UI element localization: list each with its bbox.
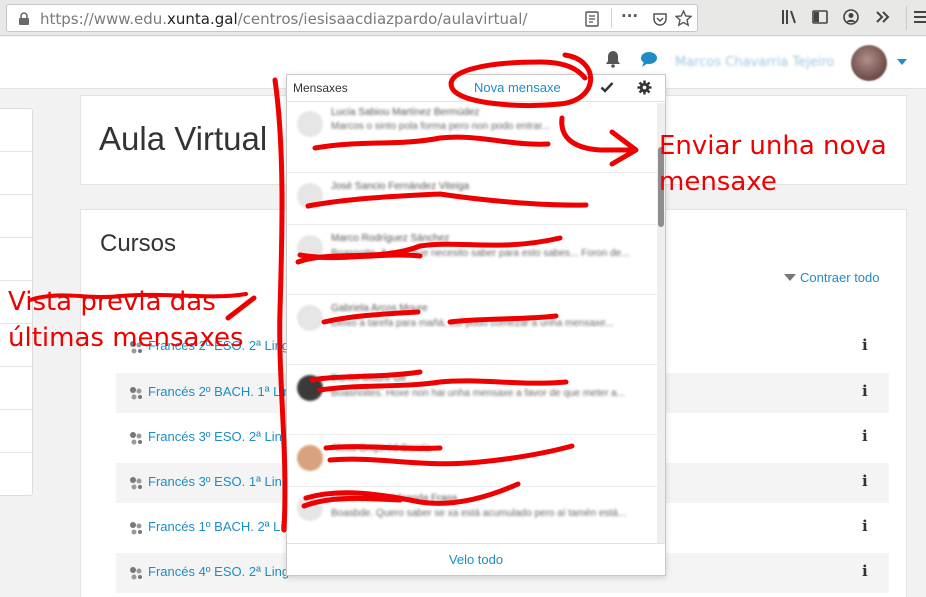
course-link[interactable]: Francés 4º ESO. 2ª Lingua xyxy=(148,564,304,579)
message-snippet: Deixo a tarefa para mañá, así podo comez… xyxy=(331,318,614,329)
mark-all-read-check-icon[interactable] xyxy=(600,80,614,94)
message-preview-item[interactable]: Gabriela Arcos Moure Deixo a tarefa para… xyxy=(287,295,657,365)
page-title: Aula Virtual xyxy=(99,120,268,157)
new-message-link[interactable]: Nova mensaxe xyxy=(474,80,561,95)
contact-name: Alexa Grajaréd García xyxy=(331,443,431,454)
popover-header: Mensaxes Nova mensaxe xyxy=(287,75,665,102)
course-icon xyxy=(130,567,142,580)
course-link[interactable]: Francés 3º ESO. 2ª Lingua xyxy=(148,429,304,444)
user-menu-caret-icon[interactable] xyxy=(897,59,907,65)
popover-title: Mensaxes xyxy=(293,81,348,95)
sidebar-icon[interactable] xyxy=(811,8,829,26)
url-text: https://www.edu.xunta.gal/centros/iesisa… xyxy=(40,10,528,28)
reader-view-icon[interactable] xyxy=(585,11,599,27)
url-bar[interactable]: https://www.edu.xunta.gal/centros/iesisa… xyxy=(6,4,698,32)
course-icon xyxy=(130,387,142,400)
contact-name: Lucía Sabiou Martínez Bermúdez xyxy=(331,107,480,118)
annotation-new-message: Enviar unha nova mensaxe xyxy=(659,131,887,197)
library-icon[interactable] xyxy=(780,8,798,26)
course-icon xyxy=(130,432,142,445)
messages-popover: Mensaxes Nova mensaxe Lucía Sabiou Martí… xyxy=(286,74,666,576)
course-icon xyxy=(130,522,142,535)
message-preview-item[interactable]: Alexa Grajaréd García xyxy=(287,435,657,487)
contact-avatar xyxy=(297,305,323,331)
message-snippet: Marcos o sinto pola forma pero non podo … xyxy=(331,121,551,132)
user-avatar[interactable] xyxy=(851,45,887,81)
message-preview-list: Lucía Sabiou Martínez Bermúdez Marcos o … xyxy=(287,103,665,543)
message-preview-item[interactable]: Mario Veleiro Miranda Fraga Boasbde. Que… xyxy=(287,487,657,543)
contact-name: Mario Veleiro Miranda Fraga xyxy=(331,493,458,504)
contact-avatar xyxy=(297,495,323,521)
overflow-menu-icon[interactable] xyxy=(874,8,892,26)
course-info-icon[interactable]: i xyxy=(862,472,868,490)
browser-toolbar: https://www.edu.xunta.gal/centros/iesisa… xyxy=(0,0,926,36)
pocket-icon[interactable] xyxy=(652,11,668,27)
contact-name: Daniel Moure Gil xyxy=(331,373,406,384)
course-link[interactable]: Francés 3º ESO. 1ª Lingua xyxy=(148,474,304,489)
menu-icon[interactable] xyxy=(912,8,926,26)
see-all-messages-link[interactable]: Velo todo xyxy=(287,552,665,567)
messages-chat-icon[interactable] xyxy=(640,50,658,68)
contact-avatar xyxy=(297,111,323,137)
message-preview-item[interactable]: Lucía Sabiou Martínez Bermúdez Marcos o … xyxy=(287,103,657,173)
annotation-message-preview: Vista previa das últimas mensaxes xyxy=(8,287,244,353)
message-snippet: Boasnoite. A nota que necesito saber par… xyxy=(331,248,630,259)
popover-footer: Velo todo xyxy=(287,543,665,576)
course-info-icon[interactable]: i xyxy=(862,336,868,354)
contact-name: José Sancio Fernández Viteiga xyxy=(331,181,470,192)
message-preview-item[interactable]: José Sancio Fernández Viteiga xyxy=(287,173,657,225)
bookmark-star-icon[interactable] xyxy=(675,10,692,27)
collapse-all-link[interactable]: Contraer todo xyxy=(784,270,880,285)
course-info-icon[interactable]: i xyxy=(862,382,868,400)
collapse-triangle-icon xyxy=(784,274,796,281)
message-snippet: Boasnoites. Hoxe non hai unha mensaxe a … xyxy=(331,388,626,399)
contact-avatar xyxy=(297,235,323,261)
message-preview-item[interactable]: Marco Rodríguez Sánchez Boasnoite. A not… xyxy=(287,225,657,295)
contact-name: Marco Rodríguez Sánchez xyxy=(331,233,450,244)
course-info-icon[interactable]: i xyxy=(862,427,868,445)
account-icon[interactable] xyxy=(842,8,860,26)
message-preview-item[interactable]: Daniel Moure Gil Boasnoites. Hoxe non ha… xyxy=(287,365,657,435)
page-actions-icon[interactable]: ··· xyxy=(621,7,638,25)
lock-icon xyxy=(19,12,29,25)
course-info-icon[interactable]: i xyxy=(862,562,868,580)
contact-avatar xyxy=(297,375,323,401)
notifications-bell-icon[interactable] xyxy=(605,50,621,68)
message-snippet: Boasbde. Quero saber se xa está acumulad… xyxy=(331,508,627,519)
course-info-icon[interactable]: i xyxy=(862,517,868,535)
contact-name: Gabriela Arcos Moure xyxy=(331,303,428,314)
contact-avatar xyxy=(297,183,323,209)
courses-title: Cursos xyxy=(100,230,177,257)
message-settings-gear-icon[interactable] xyxy=(637,80,652,95)
contact-avatar xyxy=(297,445,323,471)
user-name[interactable]: Marcos Chavarria Tejeiro xyxy=(675,55,834,70)
course-icon xyxy=(130,477,142,490)
